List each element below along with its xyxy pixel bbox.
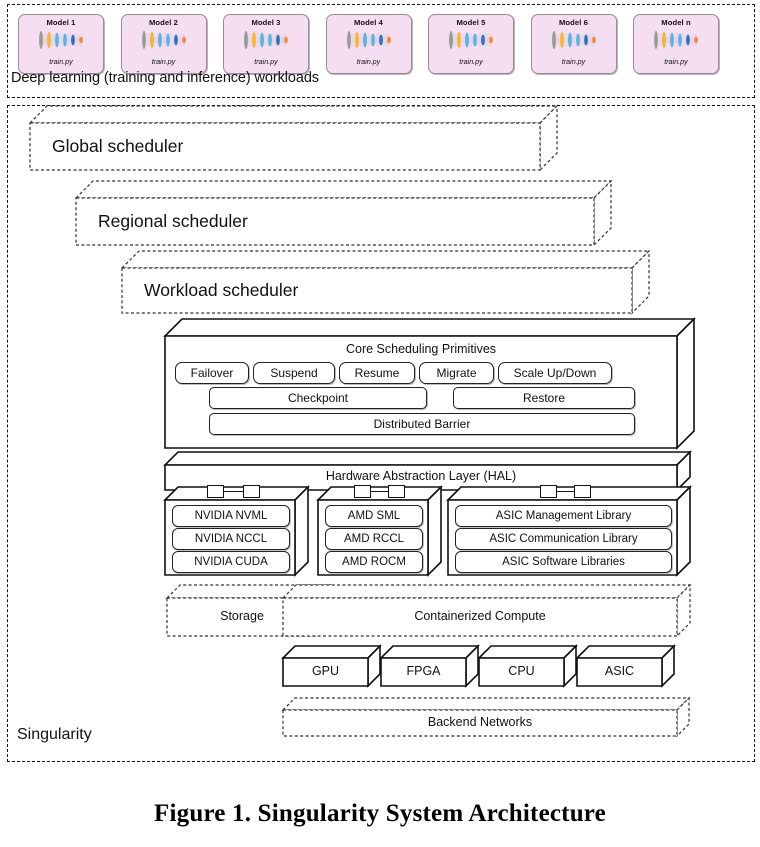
model-card[interactable]: Model 1 train.py	[18, 14, 104, 74]
model-card[interactable]: Model n train.py	[633, 14, 719, 74]
vendor-stack-amd: AMD SML AMD RCCL AMD ROCM	[316, 485, 443, 577]
backend-networks-label: Backend Networks	[427, 715, 533, 729]
model-card-script: train.py	[151, 57, 176, 66]
hardware-box-gpu[interactable]: GPU	[281, 644, 382, 688]
primitive-pill[interactable]: Distributed Barrier	[209, 413, 635, 435]
primitive-pill[interactable]: Resume	[339, 362, 415, 384]
model-card-title: Model 2	[149, 18, 178, 27]
model-card-script: train.py	[49, 57, 73, 66]
model-card-script: train.py	[561, 57, 586, 66]
model-card[interactable]: Model 3 train.py	[223, 14, 309, 74]
model-card[interactable]: Model 6 train.py	[530, 14, 617, 74]
model-card-title: Model n	[661, 18, 691, 27]
model-card[interactable]: Model 5 train.py	[428, 14, 514, 74]
hal-connector-square	[243, 485, 260, 498]
hardware-box-asic[interactable]: ASIC	[575, 644, 676, 688]
singularity-label: Singularity	[17, 726, 92, 743]
vendor-library-item[interactable]: ASIC Communication Library	[455, 528, 672, 550]
workloads-caption: Deep learning (training and inference) w…	[11, 70, 319, 86]
primitive-pill[interactable]: Migrate	[419, 362, 494, 384]
hal-connector-square	[540, 485, 557, 498]
neural-network-icon	[343, 29, 395, 56]
vendor-stack-asic: ASIC Management Library ASIC Communicatio…	[446, 485, 692, 577]
scheduler-box-1[interactable]: Global scheduler	[28, 104, 559, 172]
vendor-library-item[interactable]: NVIDIA CUDA	[172, 551, 290, 573]
model-card-title: Model 4	[354, 18, 383, 27]
primitive-pill[interactable]: Suspend	[253, 362, 335, 384]
hardware-label: GPU	[311, 664, 340, 678]
vendor-library-item[interactable]: ASIC Management Library	[455, 505, 672, 527]
primitive-pill[interactable]: Scale Up/Down	[498, 362, 612, 384]
hal-connector-square	[354, 485, 371, 498]
neural-network-icon	[35, 29, 87, 56]
primitive-pill[interactable]: Restore	[453, 387, 635, 409]
primitive-pill[interactable]: Failover	[175, 362, 249, 384]
model-card[interactable]: Model 4 train.py	[325, 14, 412, 74]
vendor-stack-nvidia: NVIDIA NVML NVIDIA NCCL NVIDIA CUDA	[163, 485, 310, 577]
containerized-compute-box[interactable]: Containerized Compute	[281, 583, 692, 638]
containerized-compute-label: Containerized Compute	[414, 609, 546, 623]
model-card-script: train.py	[356, 57, 381, 66]
model-card-title: Model 1	[46, 18, 76, 27]
model-card-script: train.py	[664, 57, 688, 66]
core-primitives-title: Core Scheduling Primitives	[345, 342, 497, 356]
model-card-script: train.py	[254, 57, 278, 66]
hardware-label: CPU	[508, 664, 535, 678]
hal-title: Hardware Abstraction Layer (HAL)	[325, 469, 517, 483]
hal-connector-square	[207, 485, 224, 498]
hardware-label: FPGA	[406, 664, 441, 678]
scheduler-label: Regional scheduler	[98, 211, 248, 231]
neural-network-icon	[240, 29, 292, 56]
vendor-library-item[interactable]: AMD SML	[325, 505, 423, 527]
neural-network-icon	[445, 29, 497, 56]
neural-network-icon	[650, 29, 702, 56]
model-card[interactable]: Model 2 train.py	[120, 14, 207, 74]
model-card-title: Model 3	[251, 18, 281, 27]
model-card-title: Model 5	[456, 18, 486, 27]
primitive-pill[interactable]: Checkpoint	[209, 387, 427, 409]
hardware-box-fpga[interactable]: FPGA	[379, 644, 480, 688]
scheduler-label: Workload scheduler	[144, 280, 299, 300]
figure-caption: Figure 1. Singularity System Architectur…	[154, 800, 606, 827]
vendor-library-item[interactable]: NVIDIA NVML	[172, 505, 290, 527]
vendor-library-item[interactable]: AMD RCCL	[325, 528, 423, 550]
backend-networks-box[interactable]: Backend Networks	[281, 696, 691, 738]
core-scheduling-primitives-box: Core Scheduling Primitives Failover Suspen…	[163, 317, 696, 450]
model-card-script: train.py	[459, 57, 483, 66]
hal-connector-square	[388, 485, 405, 498]
vendor-library-item[interactable]: NVIDIA NCCL	[172, 528, 290, 550]
hardware-box-cpu[interactable]: CPU	[477, 644, 578, 688]
model-card-title: Model 6	[559, 18, 588, 27]
scheduler-box-3[interactable]: Workload scheduler	[120, 249, 651, 315]
neural-network-icon	[138, 29, 190, 56]
hal-connector-square	[574, 485, 591, 498]
scheduler-label: Global scheduler	[52, 136, 184, 156]
vendor-library-item[interactable]: ASIC Software Libraries	[455, 551, 672, 573]
neural-network-icon	[548, 29, 600, 56]
vendor-library-item[interactable]: AMD ROCM	[325, 551, 423, 573]
hardware-label: ASIC	[604, 664, 635, 678]
scheduler-box-2[interactable]: Regional scheduler	[74, 179, 613, 247]
